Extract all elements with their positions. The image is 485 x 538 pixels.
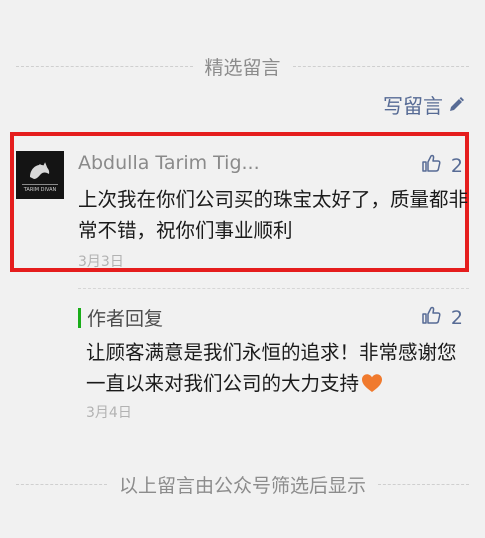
section-title-text: 精选留言	[204, 56, 281, 79]
section-title: 精选留言	[16, 52, 470, 80]
divider-line	[16, 483, 107, 485]
author-reply-text: 作者回复	[87, 308, 164, 330]
avatar-logo-text: TARIM DIVAN	[23, 187, 57, 193]
footer-note-text: 以上留言由公众号筛选后显示	[119, 474, 367, 497]
comment-text: 上次我在你们公司买的珠宝太好了，质量都非常不错，祝你们事业顺利	[78, 188, 469, 242]
comment-nickname[interactable]: Abdulla Tarim Tig...	[78, 152, 260, 174]
reply-like-button[interactable]: 2	[421, 305, 463, 330]
avatar[interactable]: TARIM DIVAN	[16, 151, 64, 199]
divider-line	[292, 65, 470, 67]
comment-date: 3月3日	[78, 254, 124, 270]
author-reply-label: 作者回复	[78, 304, 163, 331]
pencil-icon	[447, 96, 465, 114]
reply-date: 3月4日	[86, 405, 132, 421]
comment-like-button[interactable]: 2	[421, 153, 463, 178]
heart-icon	[361, 371, 383, 402]
divider-line	[378, 483, 470, 485]
write-comment-label: 写留言	[383, 94, 443, 118]
thumbs-up-icon	[421, 305, 441, 330]
write-comment-button[interactable]: 写留言	[383, 90, 465, 119]
reply-content: 让顾客满意是我们永恒的追求！非常感谢您一直以来对我们公司的大力支持	[86, 337, 468, 402]
thumbs-up-icon	[421, 153, 441, 178]
reply-divider	[78, 288, 469, 289]
reply-text: 让顾客满意是我们永恒的追求！非常感谢您一直以来对我们公司的大力支持	[86, 341, 457, 395]
divider-line	[16, 65, 193, 67]
footer-note: 以上留言由公众号筛选后显示	[16, 470, 470, 498]
comment-like-count: 2	[450, 154, 463, 177]
reply-like-count: 2	[450, 306, 463, 329]
reply-indicator-bar	[78, 307, 81, 328]
